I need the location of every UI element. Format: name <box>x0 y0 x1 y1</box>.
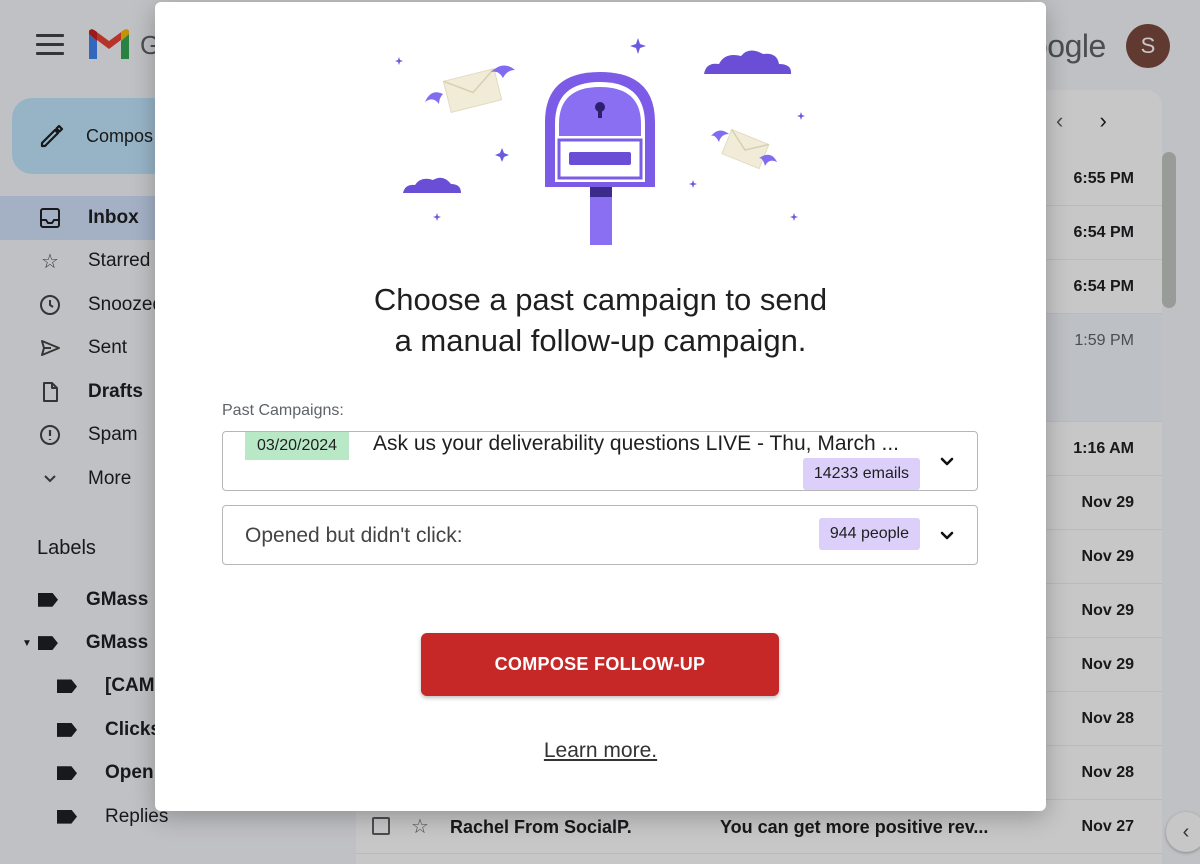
segment-label: Opened but didn't click: <box>245 524 463 547</box>
chevron-down-icon[interactable] <box>939 454 955 470</box>
headline-line-2: a manual follow-up campaign. <box>394 323 807 358</box>
recipient-segment-select[interactable]: Opened but didn't click: 944 people <box>222 505 978 565</box>
chevron-down-icon[interactable] <box>939 528 955 544</box>
past-campaigns-label: Past Campaigns: <box>222 402 344 419</box>
compose-follow-up-button[interactable]: COMPOSE FOLLOW-UP <box>421 633 779 696</box>
campaign-date-chip: 03/20/2024 <box>245 432 350 460</box>
people-count-badge: 944 people <box>818 518 920 550</box>
learn-more-link[interactable]: Learn more. <box>155 739 1046 763</box>
campaign-title: Ask us your deliverability questions LIV… <box>373 432 900 455</box>
mailbox-illustration <box>395 38 805 245</box>
follow-up-modal: Choose a past campaign to send a manual … <box>155 2 1046 811</box>
email-count-badge: 14233 emails <box>802 458 920 490</box>
modal-headline: Choose a past campaign to send a manual … <box>155 279 1046 361</box>
headline-line-1: Choose a past campaign to send <box>373 282 828 317</box>
past-campaign-select[interactable]: 03/20/2024 Ask us your deliverability qu… <box>222 431 978 491</box>
